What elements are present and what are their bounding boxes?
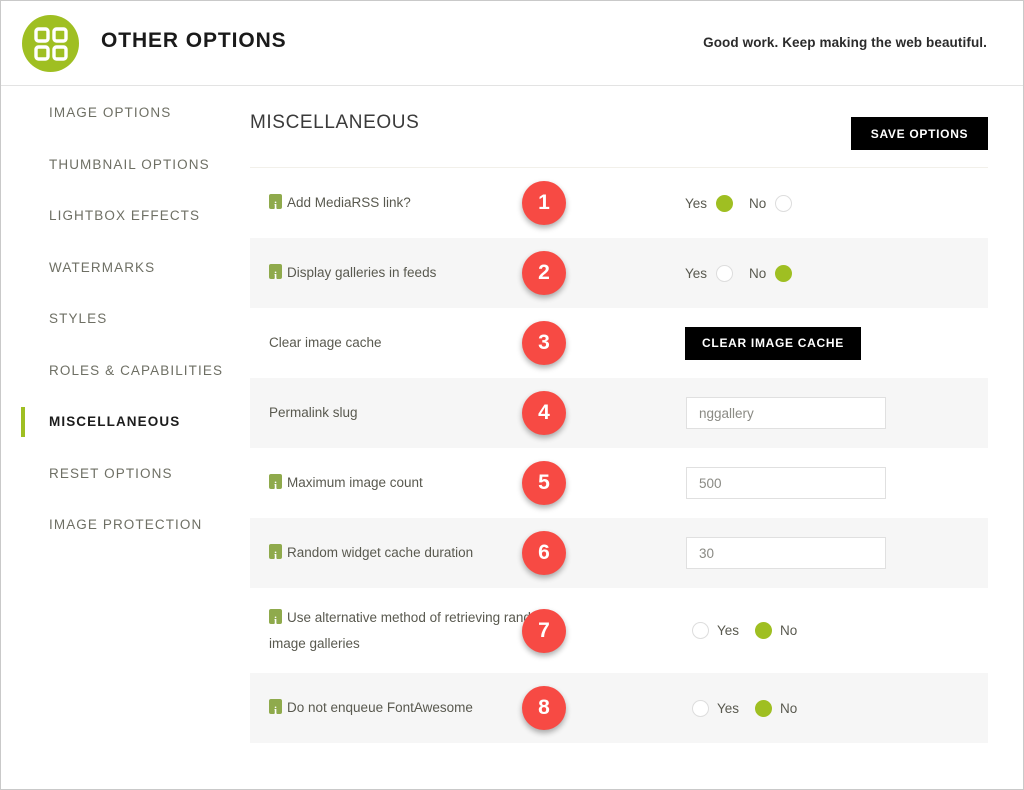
radio-option-no[interactable]: No [755, 622, 797, 639]
step-badge: 6 [522, 531, 566, 575]
sidebar-item-lightbox-effects[interactable]: LIGHTBOX EFFECTS [1, 190, 231, 242]
info-icon[interactable] [269, 473, 282, 499]
radio-group: Yes No [685, 264, 808, 282]
sidebar-item-watermarks[interactable]: WATERMARKS [1, 242, 231, 294]
radio-option-label: No [780, 623, 798, 638]
sidebar-item-label: THUMBNAIL OPTIONS [49, 156, 210, 172]
option-label: Use alternative method of retrieving ran… [269, 609, 550, 651]
radio-option-label: No [749, 265, 767, 281]
section-title: MISCELLANEOUS [250, 112, 420, 133]
option-label: Random widget cache duration [287, 545, 474, 560]
sidebar-item-label: WATERMARKS [49, 259, 156, 275]
radio-option-no[interactable]: No [749, 194, 793, 212]
radio-option-label: Yes [685, 265, 708, 281]
option-row: Clear image cache 3 CLEAR IMAGE CACHE [250, 308, 988, 378]
radio-option-label: Yes [717, 700, 740, 716]
save-options-button[interactable]: SAVE OPTIONS [851, 117, 988, 150]
page-header: OTHER OPTIONS Good work. Keep making the… [1, 1, 1023, 86]
radio-dot[interactable] [755, 699, 773, 717]
sidebar-item-image-protection[interactable]: IMAGE PROTECTION [1, 499, 231, 551]
sidebar-item-label: IMAGE PROTECTION [49, 517, 203, 533]
step-badge: 7 [522, 608, 566, 653]
sidebar-item-image-options[interactable]: IMAGE OPTIONS [1, 87, 231, 139]
clear-image-cache-button[interactable]: CLEAR IMAGE CACHE [685, 326, 861, 360]
option-row: Do not enqueue FontAwesome 8 Yes No [250, 673, 988, 743]
info-icon[interactable] [269, 608, 282, 634]
option-control-cell [592, 537, 988, 569]
radio-group: Yes No [685, 194, 808, 212]
info-icon[interactable] [269, 263, 282, 289]
info-icon[interactable] [269, 193, 282, 219]
option-label: Maximum image count [287, 475, 423, 490]
step-badge: 8 [522, 686, 566, 730]
radio-option-label: No [749, 195, 767, 211]
main-header: MISCELLANEOUS SAVE OPTIONS [250, 87, 988, 167]
page-title: OTHER OPTIONS [101, 29, 287, 52]
option-text-input[interactable] [686, 537, 886, 569]
sidebar-item-reset-options[interactable]: RESET OPTIONS [1, 448, 231, 500]
radio-dot[interactable] [716, 264, 734, 282]
option-row: Permalink slug 4 [250, 378, 988, 448]
step-badge: 4 [522, 391, 566, 435]
sidebar-item-miscellaneous[interactable]: MISCELLANEOUS [1, 396, 231, 448]
radio-dot[interactable] [716, 194, 734, 212]
sidebar-item-thumbnail-options[interactable]: THUMBNAIL OPTIONS [1, 139, 231, 191]
step-badge: 3 [522, 321, 566, 365]
step-badge: 1 [522, 181, 566, 225]
option-control-cell: Yes No [592, 194, 988, 212]
option-label: Add MediaRSS link? [287, 195, 411, 210]
options-table: Add MediaRSS link?1YesNoDisplay gallerie… [250, 167, 988, 743]
sidebar-item-label: MISCELLANEOUS [49, 414, 181, 430]
radio-dot[interactable] [775, 194, 793, 212]
option-text-input[interactable] [686, 397, 886, 429]
radio-dot[interactable] [692, 699, 709, 717]
radio-dot[interactable] [755, 622, 773, 639]
other-options-page: OTHER OPTIONS Good work. Keep making the… [0, 0, 1024, 790]
option-row: Random widget cache duration 6 [250, 518, 988, 588]
sidebar-item-label: STYLES [49, 311, 108, 327]
option-label: Do not enqueue FontAwesome [287, 700, 473, 715]
option-row: Add MediaRSS link? 1 Yes No [250, 168, 988, 238]
step-badge: 2 [522, 251, 566, 295]
sidebar-item-styles[interactable]: STYLES [1, 293, 231, 345]
option-label: Display galleries in feeds [287, 265, 437, 280]
option-row: Use alternative method of retrieving ran… [250, 588, 988, 673]
option-control-cell: Yes No [592, 699, 988, 717]
radio-option-no[interactable]: No [749, 264, 793, 282]
radio-option-yes[interactable]: Yes [685, 264, 734, 282]
sidebar-item-label: RESET OPTIONS [49, 465, 173, 481]
option-label: Permalink slug [269, 405, 358, 420]
option-control-cell [592, 467, 988, 499]
radio-option-yes[interactable]: Yes [692, 699, 740, 717]
grid-squares-icon [22, 15, 79, 72]
sidebar-nav: IMAGE OPTIONS THUMBNAIL OPTIONS LIGHTBOX E… [1, 87, 231, 551]
sidebar-item-roles-capabilities[interactable]: ROLES & CAPABILITIES [1, 345, 231, 397]
option-text-input[interactable] [686, 467, 886, 499]
radio-option-no[interactable]: No [755, 699, 798, 717]
sidebar-item-label: LIGHTBOX EFFECTS [49, 208, 201, 224]
option-row: Maximum image count 5 [250, 448, 988, 518]
radio-option-label: Yes [717, 623, 740, 638]
sidebar-item-label: ROLES & CAPABILITIES [49, 362, 224, 378]
radio-dot[interactable] [775, 264, 793, 282]
radio-group: Yes No [692, 699, 813, 717]
step-badge: 5 [522, 461, 566, 505]
option-row: Display galleries in feeds 2 Yes No [250, 238, 988, 308]
option-control-cell [592, 397, 988, 429]
radio-option-yes[interactable]: Yes [692, 622, 739, 639]
info-icon[interactable] [269, 543, 282, 569]
radio-dot[interactable] [692, 622, 709, 639]
radio-group: Yes No [692, 622, 813, 639]
radio-option-label: Yes [685, 195, 708, 211]
option-control-cell: Yes No [592, 622, 988, 639]
radio-option-yes[interactable]: Yes [685, 194, 734, 212]
radio-option-label: No [780, 700, 798, 716]
option-control-cell: CLEAR IMAGE CACHE [592, 326, 988, 360]
option-control-cell: Yes No [592, 264, 988, 282]
sidebar-item-label: IMAGE OPTIONS [49, 105, 172, 121]
option-label: Clear image cache [269, 335, 382, 350]
info-icon[interactable] [269, 698, 282, 724]
main-content: MISCELLANEOUS SAVE OPTIONS Add MediaRSS … [250, 87, 988, 743]
header-tagline: Good work. Keep making the web beautiful… [703, 35, 987, 50]
